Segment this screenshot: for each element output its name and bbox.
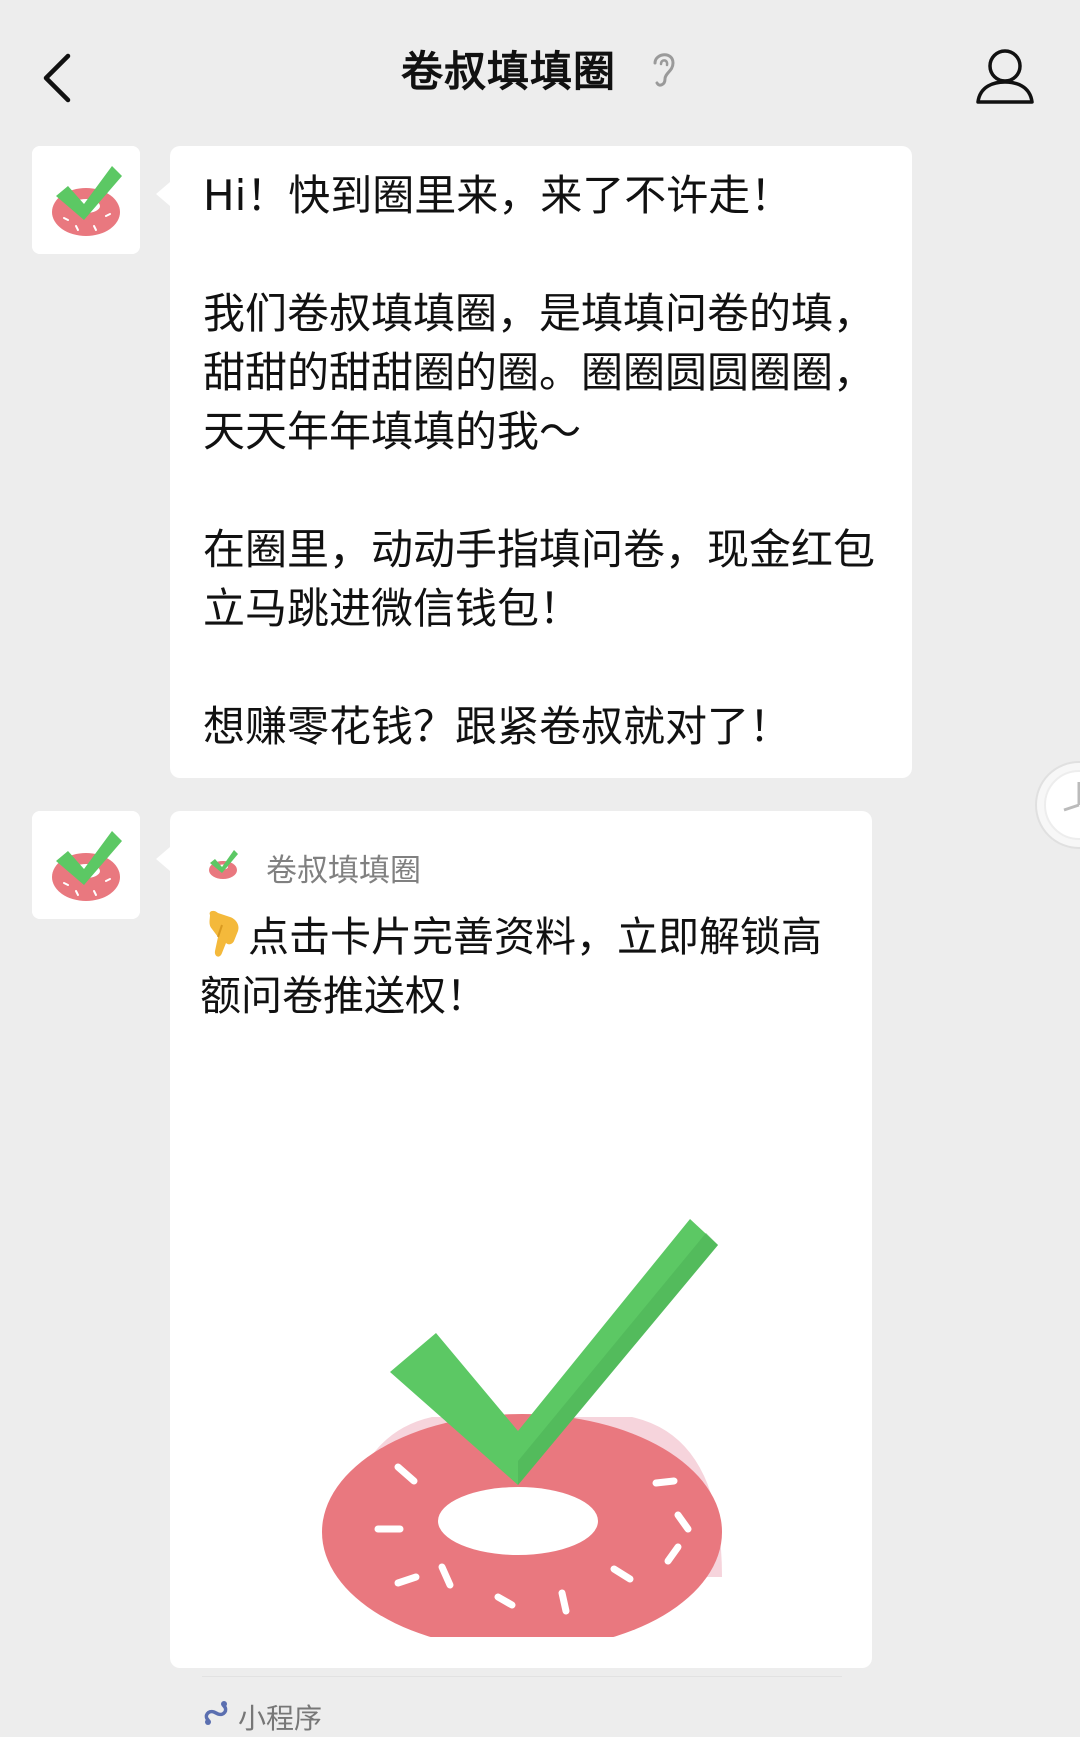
mini-program-icon [204, 1701, 228, 1725]
logo-avatar-icon [32, 146, 140, 254]
card-footer-label: 小程序 [238, 1702, 323, 1735]
profile-icon [976, 49, 1034, 104]
mini-logo-icon [209, 850, 238, 879]
message-text: Hi！快到圈里来，来了不许走！ 我们卷叔填填圈，是填填问卷的填，甜甜的甜甜圈的圈… [203, 171, 876, 751]
top-bar: 卷叔填填圈 [0, 0, 1080, 140]
card-thumbnail-image [202, 1137, 842, 1637]
profile-button[interactable] [970, 44, 1040, 110]
clock-icon[interactable] [1034, 760, 1080, 850]
message-bubble[interactable]: Hi！快到圈里来，来了不许走！ 我们卷叔填填圈，是填填问卷的填，甜甜的甜甜圈的圈… [156, 146, 912, 778]
card-title-text: 点击卡片完善资料，立即解锁高额问卷推送权！ [200, 913, 822, 1020]
card-source-name: 卷叔填填圈 [266, 853, 421, 889]
ear-icon [653, 52, 675, 87]
card-divider [202, 1676, 842, 1677]
mini-program-card[interactable]: 卷叔填填圈 点击卡片完善资料，立即解锁高额问卷推送权！ 小程序 [156, 811, 872, 1735]
card-title: 点击卡片完善资料，立即解锁高额问卷推送权！ [200, 907, 840, 1026]
chat-title: 卷叔填填圈 [400, 47, 616, 96]
sender-avatar[interactable] [32, 146, 140, 254]
finger-point-down-icon [209, 910, 239, 957]
sender-avatar[interactable] [32, 811, 140, 919]
logo-avatar-icon [32, 811, 140, 919]
title-wrap: 卷叔填填圈 [0, 38, 1080, 99]
